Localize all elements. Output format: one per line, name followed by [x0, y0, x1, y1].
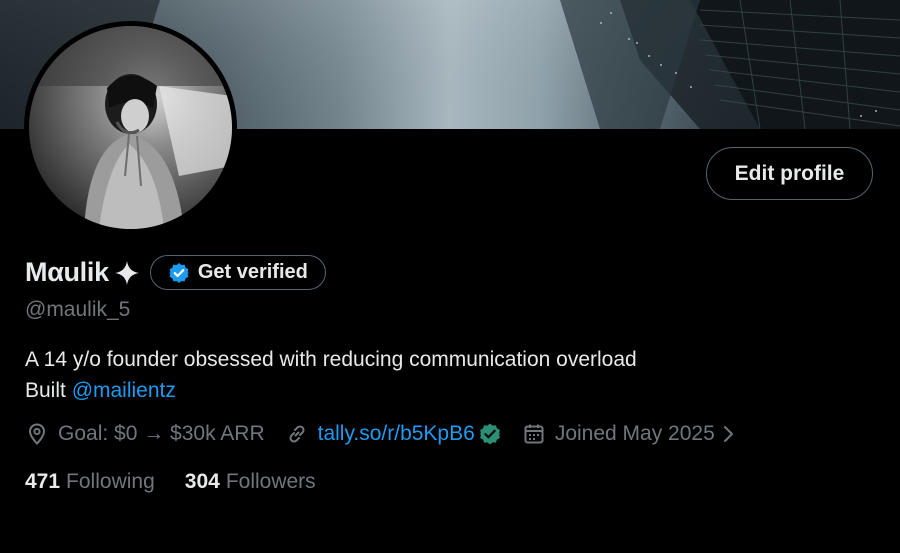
chevron-right-icon: [723, 426, 733, 442]
following-label: Following: [66, 470, 155, 493]
followers-label: Followers: [225, 470, 316, 493]
bio-mention-link[interactable]: @mailientz: [72, 379, 176, 402]
joined-text: Joined May 2025: [554, 422, 715, 445]
location-item: Goal: $0 → $30k ARR: [25, 422, 265, 446]
verified-check-icon: [479, 423, 501, 445]
get-verified-button[interactable]: Get verified: [149, 255, 326, 290]
display-name: Mαulik: [25, 257, 109, 287]
followers-count: 304: [184, 470, 220, 493]
website-link[interactable]: tally.so/r/b5KpB6: [318, 422, 475, 446]
profile-handle: @maulik_5: [25, 298, 131, 321]
get-verified-label: Get verified: [197, 261, 308, 283]
profile-bio: A 14 y/o founder obsessed with reducing …: [25, 344, 637, 406]
verified-badge-icon: [168, 262, 190, 284]
profile-avatar[interactable]: [24, 21, 237, 234]
bio-line: A 14 y/o founder obsessed with reducing …: [25, 348, 637, 371]
follow-stats: 471 Following 304 Followers: [25, 470, 316, 494]
link-icon: [289, 425, 305, 443]
profile-meta-row: Goal: $0 → $30k ARR tally.so/r/b5KpB6 Jo…: [25, 422, 739, 446]
bio-text: Built: [25, 379, 72, 402]
location-pin-icon: [28, 423, 46, 445]
following-link[interactable]: 471 Following: [25, 470, 155, 494]
location-text: Goal: $0 → $30k ARR: [58, 422, 265, 445]
calendar-icon: [524, 424, 544, 444]
bio-line: Built @mailientz: [25, 375, 637, 406]
name-row: Mαulik Get verified: [25, 255, 326, 290]
website-item[interactable]: tally.so/r/b5KpB6: [285, 422, 502, 446]
followers-link[interactable]: 304 Followers: [185, 470, 316, 494]
joined-item[interactable]: Joined May 2025: [522, 422, 739, 446]
profile-page: Edit profile Mαulik Get verified @maulik…: [0, 0, 900, 553]
following-count: 471: [25, 470, 61, 493]
avatar-image: [29, 26, 232, 229]
sparkle-icon: [113, 259, 141, 287]
edit-profile-button[interactable]: Edit profile: [706, 147, 873, 200]
